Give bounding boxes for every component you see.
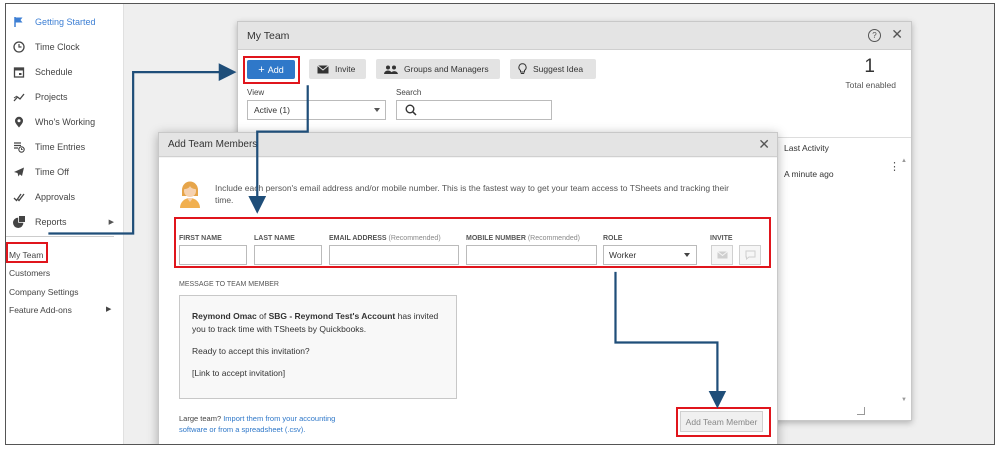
sidebar-link-feature-add-ons[interactable]: Feature Add-ons ▶ bbox=[9, 305, 111, 315]
view-label: View bbox=[247, 88, 265, 97]
pie-chart-icon bbox=[12, 215, 26, 229]
lightbulb-icon bbox=[518, 63, 527, 75]
new-member-form-highlight-box bbox=[174, 217, 771, 268]
sidebar-item-approvals[interactable]: Approvals bbox=[6, 185, 124, 209]
add-team-members-modal: Add Team Members ✕ Include each person's… bbox=[158, 132, 778, 444]
view-select-value: Active (1) bbox=[254, 105, 290, 115]
sidebar-item-label: Time Entries bbox=[35, 142, 86, 152]
chevron-right-icon: ▶ bbox=[108, 219, 114, 226]
sidebar-divider bbox=[6, 236, 114, 237]
sidebar-item-label: Reports bbox=[35, 217, 67, 227]
clock-icon bbox=[12, 40, 26, 54]
message-line-3: [Link to accept invitation] bbox=[192, 368, 286, 378]
search-icon bbox=[405, 104, 417, 116]
close-icon[interactable]: ✕ bbox=[758, 137, 770, 151]
large-team-note: Large team? Import them from your accoun… bbox=[179, 413, 359, 435]
message-paragraph: Reymond Omac of SBG - Reymond Test's Acc… bbox=[192, 310, 444, 336]
sidebar-link-company-settings[interactable]: Company Settings bbox=[9, 287, 78, 297]
total-enabled-count: 1 bbox=[864, 56, 875, 77]
sidebar-item-time-clock[interactable]: Time Clock bbox=[6, 35, 124, 59]
message-line-2: Ready to accept this invitation? bbox=[192, 346, 310, 356]
scroll-down-icon[interactable]: ▼ bbox=[901, 397, 907, 403]
search-label: Search bbox=[396, 88, 422, 97]
modal-titlebar: Add Team Members bbox=[159, 133, 777, 157]
last-activity-header: Last Activity bbox=[784, 143, 829, 153]
sidebar-item-label: Approvals bbox=[35, 192, 76, 202]
sidebar-item-label: Getting Started bbox=[35, 17, 96, 27]
sidebar: Getting Started Time Clock Schedule Proj… bbox=[6, 4, 124, 444]
time-entries-icon bbox=[12, 140, 26, 154]
resize-grip-icon[interactable] bbox=[857, 407, 865, 415]
sidebar-item-getting-started[interactable]: Getting Started bbox=[6, 10, 124, 34]
person-avatar-icon bbox=[180, 181, 200, 208]
people-icon bbox=[384, 65, 398, 74]
sidebar-item-label: Time Clock bbox=[35, 42, 80, 52]
sidebar-item-label: Who's Working bbox=[35, 117, 96, 127]
invite-button-label: Invite bbox=[335, 64, 356, 74]
add-team-member-highlight-box bbox=[676, 407, 771, 437]
message-label: MESSAGE TO TEAM MEMBER bbox=[179, 281, 279, 288]
close-icon[interactable]: ✕ bbox=[891, 27, 903, 41]
sidebar-item-label: Projects bbox=[35, 92, 68, 102]
scroll-up-icon[interactable]: ▲ bbox=[901, 158, 907, 164]
groups-and-managers-label: Groups and Managers bbox=[404, 64, 489, 74]
view-select[interactable]: Active (1) bbox=[247, 100, 386, 120]
help-icon[interactable]: ? bbox=[868, 29, 881, 42]
sidebar-item-time-entries[interactable]: Time Entries bbox=[6, 135, 124, 159]
sidebar-link-label: Feature Add-ons bbox=[9, 305, 72, 315]
message-account: SBG - Reymond Test's Account bbox=[268, 311, 396, 321]
my-team-title: My Team bbox=[247, 29, 290, 42]
large-team-prefix: Large team? bbox=[179, 414, 222, 423]
sidebar-item-schedule[interactable]: Schedule bbox=[6, 60, 124, 84]
message-preview: Reymond Omac of SBG - Reymond Test's Acc… bbox=[179, 295, 457, 399]
envelope-icon bbox=[317, 64, 329, 74]
suggest-idea-label: Suggest Idea bbox=[533, 64, 584, 74]
caret-down-icon bbox=[374, 108, 380, 112]
total-enabled-label: Total enabled bbox=[845, 80, 896, 90]
my-team-titlebar: My Team bbox=[238, 22, 911, 50]
add-button-highlight-box bbox=[243, 56, 300, 84]
last-activity-value: A minute ago bbox=[784, 169, 834, 179]
modal-body: Include each person's email address and/… bbox=[159, 158, 777, 444]
chevron-right-icon: ▶ bbox=[106, 306, 112, 313]
scrollbar[interactable]: ▲ ▼ bbox=[900, 158, 908, 403]
my-team-highlight-box bbox=[6, 242, 48, 263]
sidebar-item-reports[interactable]: Reports ▶ bbox=[6, 210, 124, 234]
sidebar-item-time-off[interactable]: Time Off bbox=[6, 160, 124, 184]
location-pin-icon bbox=[12, 115, 26, 129]
checkmark-icon bbox=[12, 190, 26, 204]
plane-icon bbox=[12, 165, 26, 179]
search-input[interactable] bbox=[396, 100, 552, 120]
sidebar-item-label: Time Off bbox=[35, 167, 70, 177]
intro-text: Include each person's email address and/… bbox=[215, 183, 729, 205]
calendar-icon bbox=[12, 65, 26, 79]
invite-button[interactable]: Invite bbox=[309, 59, 366, 79]
sidebar-item-projects[interactable]: Projects bbox=[6, 85, 124, 109]
message-of: of bbox=[259, 311, 267, 321]
modal-title: Add Team Members bbox=[168, 139, 258, 150]
groups-and-managers-button[interactable]: Groups and Managers bbox=[376, 59, 500, 79]
sidebar-item-label: Schedule bbox=[35, 67, 73, 77]
flag-icon bbox=[12, 15, 26, 29]
screenshot-frame: Getting Started Time Clock Schedule Proj… bbox=[5, 3, 995, 445]
sidebar-item-whos-working[interactable]: Who's Working bbox=[6, 110, 124, 134]
suggest-idea-button[interactable]: Suggest Idea bbox=[510, 59, 596, 79]
sidebar-link-customers[interactable]: Customers bbox=[9, 268, 50, 278]
chart-line-icon bbox=[12, 90, 26, 104]
kebab-menu-icon[interactable]: ⋮ bbox=[889, 162, 900, 173]
message-sender: Reymond Omac bbox=[192, 311, 257, 321]
